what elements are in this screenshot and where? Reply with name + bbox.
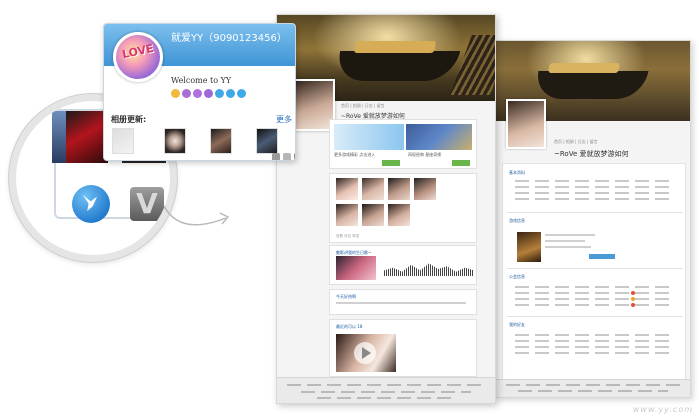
badge-row	[171, 89, 246, 99]
diamond-icon	[215, 89, 224, 98]
page-tabs: 首页 | 相册 | 日志 | 留言	[341, 103, 385, 108]
avatar	[506, 99, 546, 149]
photo-thumbnail[interactable]	[362, 204, 384, 226]
ad-caption: 更多游戏精彩 点击进入	[334, 152, 376, 157]
photo-thumbnail[interactable]	[336, 178, 358, 200]
album-thumbnail[interactable]	[210, 128, 232, 154]
promo-composition: 首页 | 相册 | 日志 | 留言 ~RoVe 爱就放梦游如何 基本资料 游戏信…	[0, 0, 699, 418]
footer-copyright	[518, 390, 668, 392]
section-title: 我的好友	[509, 322, 525, 327]
watermark: www.yy.com	[632, 405, 693, 414]
table-row	[515, 298, 675, 300]
ad-banner-image[interactable]	[406, 124, 472, 150]
post-body	[336, 302, 466, 304]
post-title[interactable]: 今天好热啊	[336, 294, 356, 300]
table-row	[515, 286, 675, 288]
info-row	[515, 198, 675, 200]
footer-links	[506, 384, 682, 386]
ad-card[interactable]: 更多游戏精彩 点击进入 再现经典 星座奇缘	[329, 119, 477, 169]
table-row	[515, 340, 675, 342]
audio-post-card: 魅影讲我的生日歌~	[329, 245, 477, 285]
message-icon[interactable]	[283, 153, 291, 160]
status-dot-icon	[631, 297, 635, 301]
album-thumbnail[interactable]	[256, 128, 278, 154]
info-row	[545, 234, 595, 236]
section-title: 公会信息	[509, 274, 525, 279]
photo-thumbnail[interactable]	[414, 178, 436, 200]
status-dot-icon	[631, 303, 635, 307]
table-row	[515, 346, 675, 348]
info-row	[545, 246, 591, 248]
status-dot-icon	[631, 291, 635, 295]
post-title[interactable]: 最近的可以 18	[336, 324, 362, 330]
profile-page-preview-back: 首页 | 相册 | 日志 | 留言 ~RoVe 爱就放梦游如何 基本资料 游戏信…	[495, 40, 691, 398]
profile-popup: 就爱YY（9090123456） LOVE Welcome to YY 相册更新…	[103, 23, 296, 161]
level-badge-icon	[182, 89, 191, 98]
table-row	[515, 304, 675, 306]
audio-cover[interactable]	[336, 256, 376, 280]
ad-banner-image[interactable]	[334, 124, 404, 150]
text-post-card: 今天好热啊	[329, 289, 477, 315]
crown-icon	[171, 89, 180, 98]
section-title: 基本资料	[509, 170, 525, 175]
diamond-icon	[226, 89, 235, 98]
v-badge-icon[interactable]: V	[130, 187, 164, 221]
info-row	[515, 186, 675, 188]
album-photo[interactable]	[66, 111, 108, 163]
video-post-card: 最近的可以 18	[329, 319, 477, 377]
avatar-text: LOVE	[120, 41, 155, 62]
profile-content: 基本资料 游戏信息 公会信息 我的好友	[502, 163, 686, 388]
curved-arrow-icon	[163, 205, 230, 226]
profile-name: ~RoVe 爱就放梦游如何	[554, 150, 629, 158]
page-tabs: 首页 | 相册 | 日志 | 留言	[554, 139, 598, 144]
settings-icon[interactable]	[272, 153, 280, 160]
ad-button[interactable]	[382, 160, 400, 166]
table-row	[515, 292, 675, 294]
section-title: 游戏信息	[509, 218, 525, 223]
popup-toolbar	[272, 153, 295, 160]
yy-bird-icon[interactable]	[72, 185, 110, 223]
photo-thumbnail[interactable]	[388, 204, 410, 226]
table-row	[515, 352, 675, 354]
info-row	[515, 180, 675, 182]
table-row	[515, 334, 675, 336]
photo-thumbnail[interactable]	[388, 178, 410, 200]
more-link[interactable]: 更多	[276, 114, 292, 125]
ad-button[interactable]	[452, 160, 470, 166]
album-thumbnail[interactable]	[164, 128, 186, 154]
play-icon[interactable]	[354, 342, 376, 364]
photo-thumbnail[interactable]	[362, 178, 384, 200]
post-meta: 查看 评论 转发	[336, 234, 360, 238]
photo-thumbnail[interactable]	[336, 204, 358, 226]
welcome-text: Welcome to YY	[171, 76, 232, 85]
game-thumbnail	[517, 232, 541, 262]
page-footer	[277, 377, 495, 403]
profile-page-preview-front: 首页 | 相册 | 日志 | 留言 ~RoVe 爱就放梦游如何 更多游戏精彩 点…	[276, 14, 496, 404]
footer-links	[287, 384, 487, 386]
info-row	[545, 240, 585, 242]
level-badge-icon	[204, 89, 213, 98]
diamond-icon	[237, 89, 246, 98]
footer-copyright	[317, 397, 457, 399]
progress-bar	[589, 254, 615, 259]
audio-waveform[interactable]	[384, 263, 474, 276]
avatar[interactable]: LOVE	[113, 32, 163, 82]
album-thumbnail[interactable]	[112, 128, 134, 154]
popup-title: 就爱YY（9090123456）	[171, 33, 287, 44]
photo-feed-card: 查看 评论 转发	[329, 173, 477, 243]
level-badge-icon	[193, 89, 202, 98]
page-footer	[496, 379, 690, 397]
ad-caption: 再现经典 星座奇缘	[408, 152, 442, 157]
info-row	[515, 192, 675, 194]
footer-copyright	[301, 391, 471, 393]
album-updates-label: 相册更新:	[111, 115, 147, 124]
